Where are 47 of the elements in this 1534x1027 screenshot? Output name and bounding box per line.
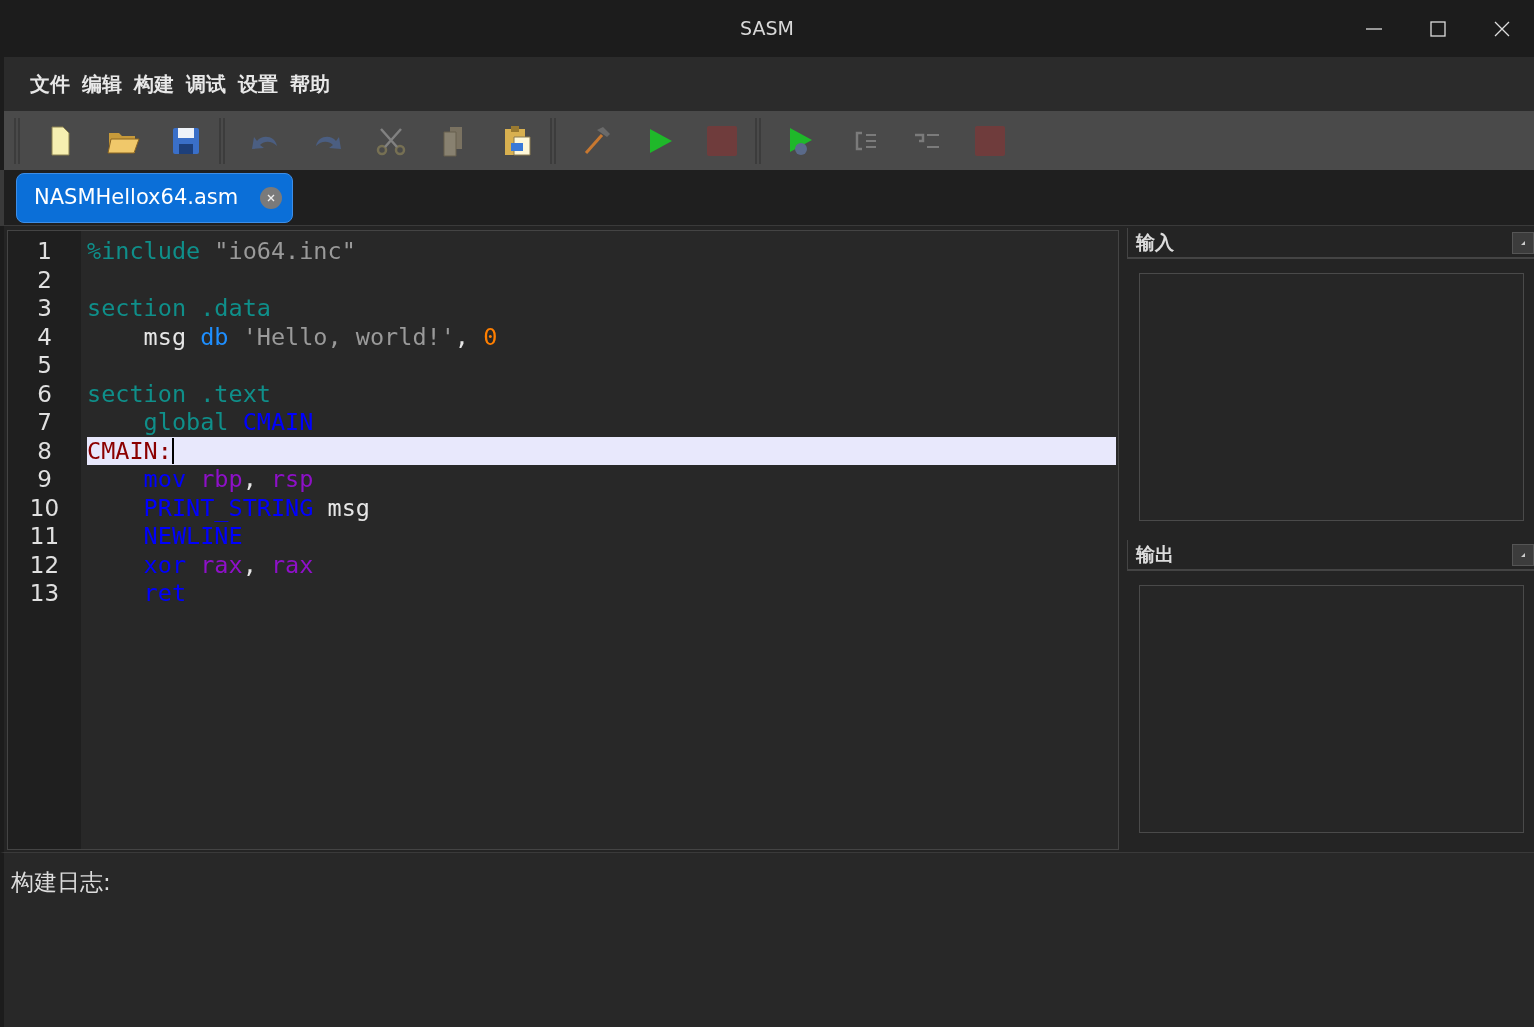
close-icon (266, 192, 277, 203)
menu-item[interactable]: 构建 (134, 69, 174, 99)
code-line: ret (142, 579, 187, 608)
line-number: 4 (37, 322, 52, 351)
tab-close-button[interactable] (260, 186, 283, 209)
line-number: 3 (37, 294, 52, 323)
minimize-icon (1365, 27, 1383, 30)
code-line: section .data (87, 294, 271, 323)
code-line: %include "io64.inc" (87, 237, 356, 266)
line-number: 2 (37, 265, 52, 294)
line-number: 10 (29, 493, 60, 522)
line-number: 6 (37, 379, 52, 408)
menu-item[interactable]: 设置 (238, 69, 278, 99)
close-icon (1494, 20, 1510, 37)
code-line: mov rbp, rsp (142, 465, 314, 494)
panel-title: 输入 (1136, 230, 1174, 256)
line-number: 9 (37, 465, 52, 494)
panel-title: 输出 (1136, 542, 1174, 568)
panel-float-button[interactable] (1512, 543, 1534, 566)
code-line: PRINT_STRING msg (142, 493, 370, 522)
code-line: CMAIN: (87, 436, 172, 465)
line-number: 5 (37, 351, 52, 380)
code-line: global CMAIN (142, 408, 314, 437)
build-log-label: 构建日志: (11, 869, 111, 895)
window-title: SASM (740, 16, 794, 42)
menu-item[interactable]: 编辑 (82, 69, 122, 99)
code-line: xor rax, rax (142, 550, 314, 579)
line-number: 1 (37, 237, 52, 266)
text-cursor (171, 437, 174, 464)
line-number: 8 (37, 436, 52, 465)
dock-icon (1520, 239, 1526, 246)
line-number: 12 (29, 550, 60, 579)
line-number: 7 (37, 408, 52, 437)
code-line: section .text (87, 379, 271, 408)
maximize-icon (1430, 20, 1446, 37)
panel-float-button[interactable] (1512, 231, 1534, 254)
line-number: 13 (29, 579, 60, 608)
menu-item[interactable]: 帮助 (290, 69, 330, 99)
code-editor[interactable]: 1 2 3 4 5 6 7 8 9 10 11 12 13 %include "io64.inc" section .data msg db 'Hello, world!', 0 section .text global CMAIN CMAIN: mov rbp, rsp PRINT_STRING msg NEWLINE xor rax, rax ret (7, 230, 1119, 850)
editor-tab[interactable]: NASMHellox64.asm (16, 172, 294, 223)
dock-icon (1520, 551, 1526, 558)
menu-item[interactable]: 文件 (30, 69, 70, 99)
code-line: NEWLINE (142, 522, 243, 551)
menu-item[interactable]: 调试 (186, 69, 226, 99)
code-line: msg db 'Hello, world!', 0 (142, 322, 498, 351)
line-number: 11 (29, 522, 60, 551)
tab-label: NASMHellox64.asm (34, 183, 239, 211)
